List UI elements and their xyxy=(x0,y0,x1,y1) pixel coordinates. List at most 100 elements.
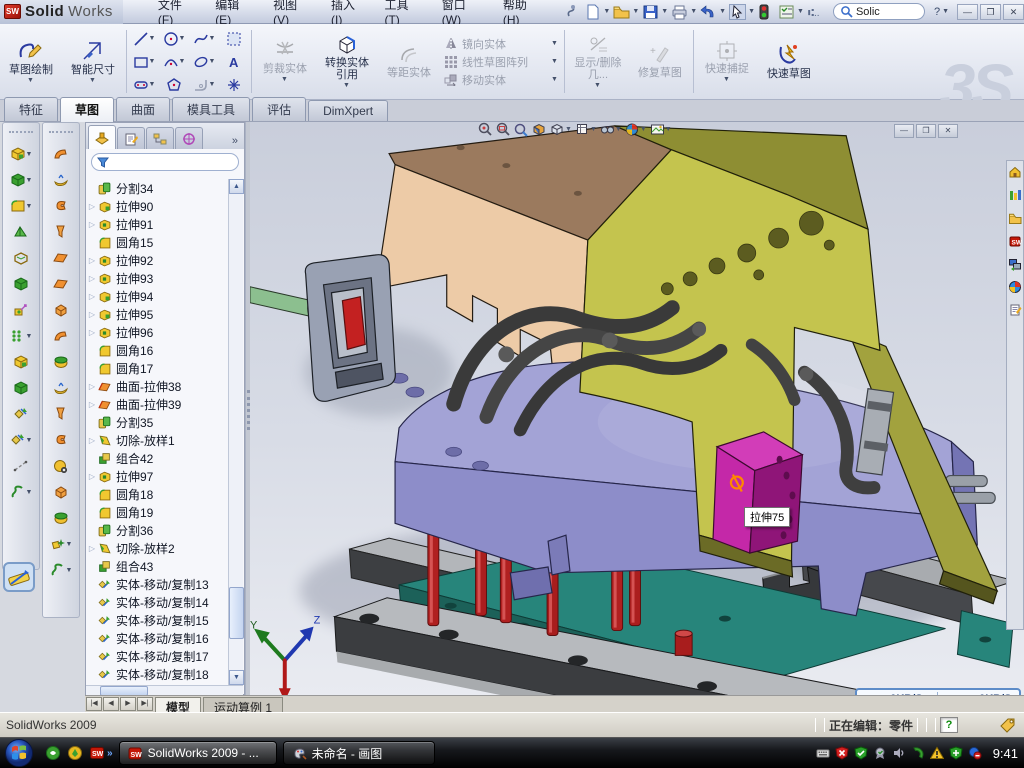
side-tool-delete-face[interactable] xyxy=(43,453,79,479)
tree-item-15[interactable]: 组合42 xyxy=(86,449,228,467)
select-dropdown[interactable]: ▼ xyxy=(748,8,755,15)
tree-item-6[interactable]: ▷拉伸94 xyxy=(86,287,228,305)
tray-cert-badge-icon[interactable] xyxy=(873,746,887,760)
undo-icon[interactable] xyxy=(700,4,717,20)
view-orientation-icon[interactable]: ▼ xyxy=(575,122,597,137)
model-green-rod[interactable] xyxy=(250,287,316,317)
text-tool[interactable]: A xyxy=(219,50,249,73)
command-tab-5[interactable]: DimXpert xyxy=(308,100,388,121)
side-tool-offset-surface[interactable] xyxy=(43,323,79,349)
toolbar-grip[interactable] xyxy=(49,131,73,137)
scroll-thumb[interactable] xyxy=(229,587,244,639)
help-icon[interactable]: ? xyxy=(934,6,940,18)
search-box[interactable]: Solic xyxy=(833,3,925,20)
model-teal-plate-right-end[interactable] xyxy=(957,611,1013,668)
tree-item-9[interactable]: 圆角16 xyxy=(86,341,228,359)
display-style-icon[interactable]: ▼ xyxy=(550,122,572,137)
scene-settings-icon[interactable]: ▼ xyxy=(650,122,672,137)
side-tool-ball-feature[interactable] xyxy=(43,505,79,531)
tree-item-20[interactable]: ▷切除-放样2 xyxy=(86,539,228,557)
command-tab-2[interactable]: 曲面 xyxy=(116,97,170,121)
select-arrow-icon[interactable] xyxy=(729,4,746,20)
tree-item-17[interactable]: 圆角18 xyxy=(86,485,228,503)
tray-green-phone-icon[interactable] xyxy=(911,746,925,760)
side-tool-curve-tool[interactable] xyxy=(43,427,79,453)
side-tool-wizard-hole[interactable] xyxy=(3,297,39,323)
tabs-overflow-chevron[interactable]: » xyxy=(232,135,242,149)
tree-item-27[interactable]: 实体-移动/复制18 xyxy=(86,665,228,683)
side-tool-extend-surface[interactable] xyxy=(43,375,79,401)
pin-icon[interactable] xyxy=(564,4,581,20)
side-tool-construction-line[interactable] xyxy=(3,453,39,479)
tab-scroll-left-button[interactable]: ◀ xyxy=(103,697,119,711)
scroll-down-button[interactable]: ▼ xyxy=(229,670,244,685)
tray-volume-icon[interactable] xyxy=(892,746,906,760)
expand-arrow-icon[interactable]: ▷ xyxy=(86,274,98,283)
side-tool-filled-surface[interactable] xyxy=(43,349,79,375)
side-tool-boundary-surface[interactable] xyxy=(43,219,79,245)
polygon-tool[interactable] xyxy=(159,73,189,96)
model-gray-clamp[interactable] xyxy=(305,255,395,402)
tab-scroll-right-button[interactable]: ▶ xyxy=(120,697,136,711)
command-tab-4[interactable]: 评估 xyxy=(252,97,306,121)
doc-close-button[interactable]: ✕ xyxy=(938,124,958,138)
tree-item-13[interactable]: 分割35 xyxy=(86,413,228,431)
tree-vertical-scrollbar[interactable]: ▲ ▼ xyxy=(228,179,243,685)
tree-item-0[interactable]: 分割34 xyxy=(86,179,228,197)
open-file-icon[interactable] xyxy=(613,4,630,20)
side-tool-spline-surface[interactable]: ▼ xyxy=(43,557,79,583)
point-tool[interactable] xyxy=(219,73,249,96)
graphics-viewport[interactable]: Y Z X ▼▼▼▼▼ — ❐ ✕ SW 拉伸75 ▼ 0KB/S ▲ 0KB/… xyxy=(250,122,1024,695)
tree-item-4[interactable]: ▷拉伸92 xyxy=(86,251,228,269)
task-pane-file-explorer-icon[interactable] xyxy=(1008,211,1022,225)
options-dropdown[interactable]: ▼ xyxy=(797,8,804,15)
toolbar-overflow-icon[interactable]: ⑆.. xyxy=(807,4,824,20)
side-tool-extruded-cut[interactable]: ▼ xyxy=(3,167,39,193)
tray-green-shield-icon[interactable] xyxy=(854,746,868,760)
motion-study-tab[interactable]: 运动算例 1 xyxy=(203,697,283,712)
tree-item-10[interactable]: 圆角17 xyxy=(86,359,228,377)
quick-launch-messenger-icon[interactable] xyxy=(45,745,61,761)
network-speed-widget[interactable]: ▼ 0KB/S ▲ 0KB/S xyxy=(855,688,1021,695)
command-tab-0[interactable]: 特征 xyxy=(4,97,58,121)
tree-item-11[interactable]: ▷曲面-拉伸38 xyxy=(86,377,228,395)
task-pane-toolbox-icon[interactable]: SW xyxy=(1008,234,1022,248)
side-tool-pattern-dots[interactable]: ▼ xyxy=(3,323,39,349)
side-tool-flex-spline[interactable]: ▼ xyxy=(3,479,39,505)
tree-item-14[interactable]: ▷切除-放样1 xyxy=(86,431,228,449)
tree-item-19[interactable]: 分割36 xyxy=(86,521,228,539)
sketch-button[interactable]: 草图绘制▼ xyxy=(0,24,62,99)
quick-tips-help-button[interactable]: ? xyxy=(940,717,958,733)
print-dropdown[interactable]: ▼ xyxy=(690,8,697,15)
close-button[interactable]: ✕ xyxy=(1003,4,1024,20)
side-tool-wedge[interactable] xyxy=(3,219,39,245)
tree-item-5[interactable]: ▷拉伸93 xyxy=(86,269,228,287)
expand-arrow-icon[interactable]: ▷ xyxy=(86,256,98,265)
tree-item-16[interactable]: ▷拉伸97 xyxy=(86,467,228,485)
tab-scroll-first-button[interactable]: |◀ xyxy=(86,697,102,711)
tree-filter-box[interactable] xyxy=(91,153,239,171)
expand-arrow-icon[interactable]: ▷ xyxy=(86,436,98,445)
tree-item-25[interactable]: 实体-移动/复制16 xyxy=(86,629,228,647)
tray-blue-status-icon[interactable] xyxy=(968,746,982,760)
sketch-fillet-tool[interactable]: ▼ xyxy=(189,73,219,96)
appearance-sphere-icon[interactable]: ▼ xyxy=(625,122,647,137)
task-pane-palette-appearances-icon[interactable] xyxy=(1008,257,1022,271)
side-tool-extruded-boss[interactable]: ▼ xyxy=(3,141,39,167)
tab-scroll-last-button[interactable]: ▶| xyxy=(137,697,153,711)
tab-featuremanager[interactable] xyxy=(88,125,116,149)
tree-item-12[interactable]: ▷曲面-拉伸39 xyxy=(86,395,228,413)
scroll-up-button[interactable]: ▲ xyxy=(229,179,244,194)
taskbar-button-solidworks[interactable]: SW SolidWorks 2009 - ... xyxy=(119,741,277,765)
measure-button-pressed[interactable] xyxy=(3,562,35,592)
open-file-dropdown[interactable]: ▼ xyxy=(632,8,639,15)
tree-item-2[interactable]: ▷拉伸91 xyxy=(86,215,228,233)
rapid-sketch-button[interactable]: 快速草图 xyxy=(758,24,820,99)
side-tool-combine-a[interactable] xyxy=(3,349,39,375)
ellipse-tool[interactable]: ▼ xyxy=(189,50,219,73)
side-tool-split-body[interactable] xyxy=(3,401,39,427)
expand-arrow-icon[interactable]: ▷ xyxy=(86,400,98,409)
expand-arrow-icon[interactable]: ▷ xyxy=(86,472,98,481)
side-tool-combine-b[interactable] xyxy=(3,375,39,401)
tray-keyboard-icon[interactable] xyxy=(816,746,830,760)
